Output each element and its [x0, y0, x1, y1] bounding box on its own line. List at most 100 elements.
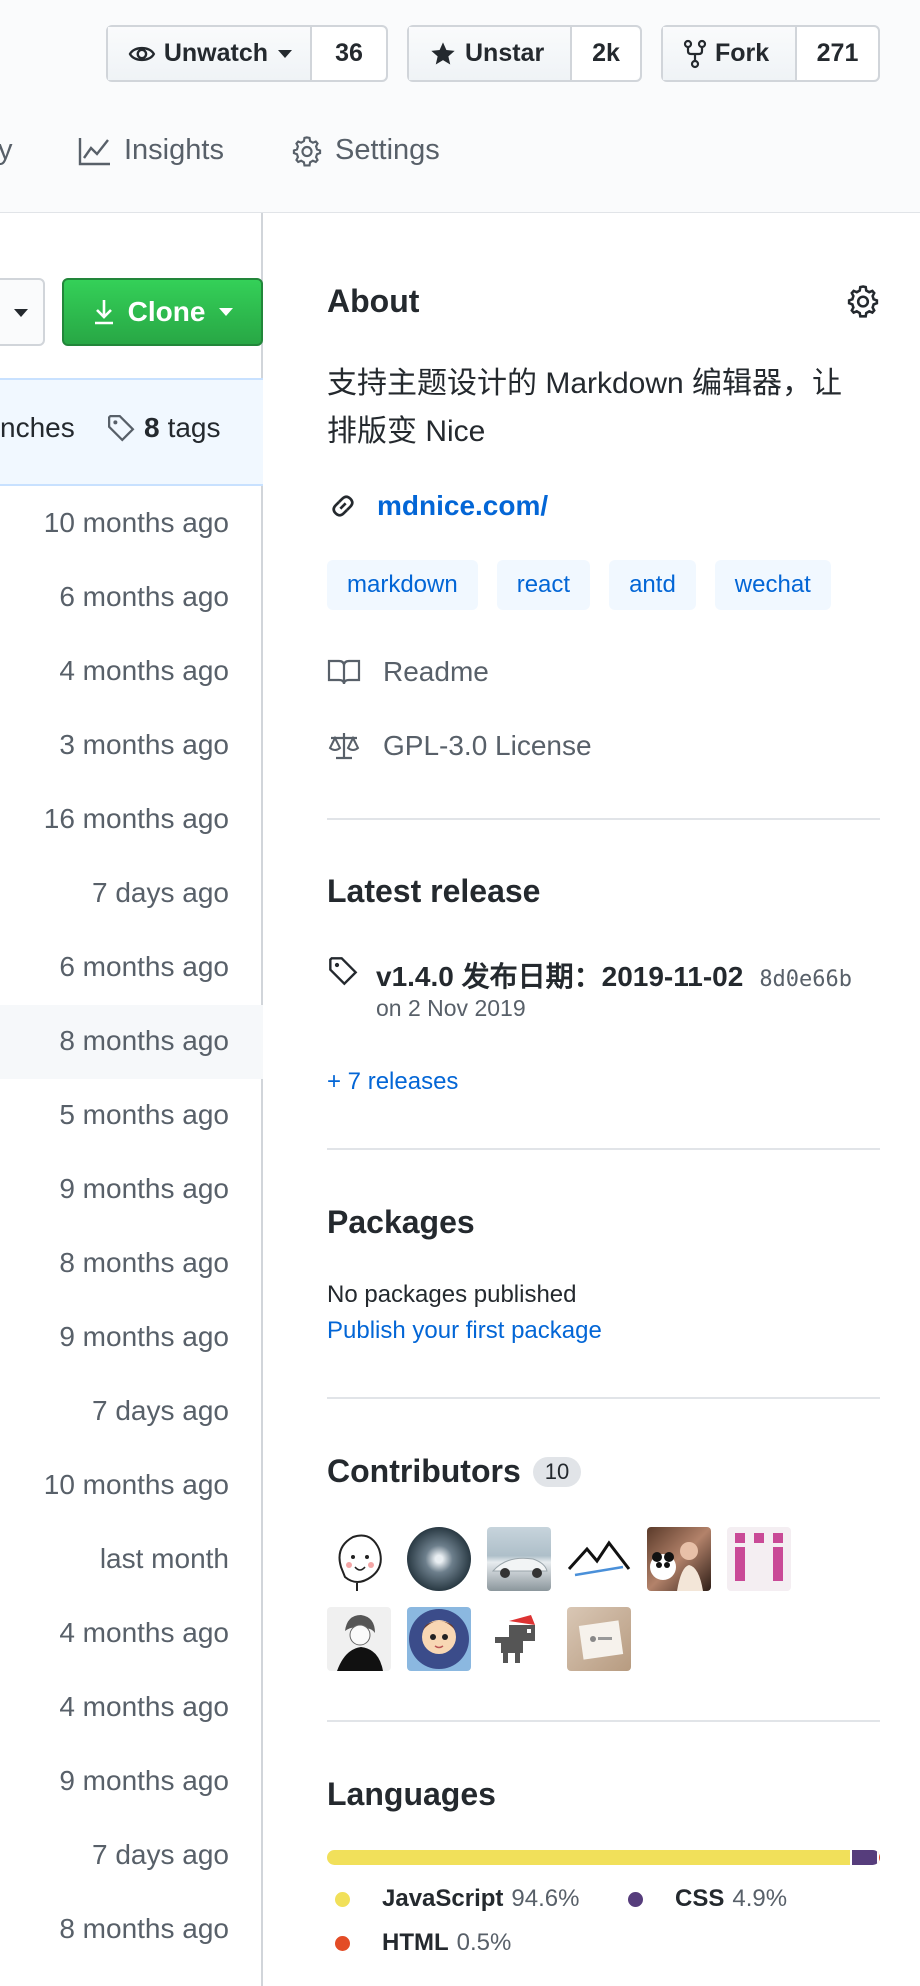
file-row[interactable]: 10 months ago — [0, 487, 263, 561]
publish-package-link[interactable]: Publish your first package — [327, 1317, 880, 1345]
fork-button-group: Fork 271 — [661, 25, 880, 82]
avatar[interactable] — [567, 1607, 631, 1671]
commit-age: 7 days ago — [92, 877, 229, 908]
tab-settings[interactable]: Settings — [291, 134, 440, 167]
tab-insights[interactable]: Insights — [78, 134, 224, 167]
language-name: HTML — [382, 1929, 449, 1956]
chevron-down-icon — [219, 308, 234, 316]
commit-age: 4 months ago — [59, 1691, 229, 1722]
book-icon — [327, 659, 361, 685]
fork-count[interactable]: 271 — [797, 27, 878, 80]
link-icon — [332, 495, 354, 517]
language-bar-segment — [850, 1850, 878, 1865]
file-list-panel: Clone nches 8 tags 10 months ago 6 months… — [0, 213, 263, 1986]
commit-age: 8 months ago — [59, 1913, 229, 1944]
avatar[interactable] — [327, 1607, 391, 1671]
watch-count[interactable]: 36 — [312, 27, 386, 80]
avatar[interactable] — [567, 1527, 631, 1591]
section-divider — [327, 1720, 880, 1722]
clone-button[interactable]: Clone — [62, 278, 263, 346]
commit-age: 4 months ago — [59, 655, 229, 686]
commit-age: 6 months ago — [59, 581, 229, 612]
readme-row[interactable]: Readme — [327, 656, 489, 688]
file-row[interactable]: 7 days ago — [0, 1375, 263, 1449]
description-line-2: 排版变 Nice — [327, 415, 486, 448]
avatar[interactable] — [407, 1607, 471, 1671]
latest-release-title: Latest release — [327, 873, 541, 909]
file-row[interactable]: 6 months ago — [0, 561, 263, 635]
readme-label: Readme — [383, 656, 489, 687]
language-item[interactable]: CSS 4.9% — [628, 1885, 787, 1913]
chevron-down-icon — [14, 309, 28, 317]
chevron-down-icon — [278, 49, 292, 58]
unwatch-button[interactable]: Unwatch — [108, 27, 312, 80]
file-row[interactable]: 5 months ago — [0, 1079, 263, 1153]
license-row[interactable]: GPL-3.0 License — [327, 730, 592, 762]
avatar[interactable] — [727, 1527, 791, 1591]
star-button-group: Unstar 2k — [407, 25, 642, 82]
packages-title: Packages — [327, 1204, 475, 1240]
language-bar-segment — [877, 1850, 880, 1865]
commit-age: 5 months ago — [59, 1099, 229, 1130]
avatar[interactable] — [327, 1527, 391, 1591]
file-row[interactable]: last month — [0, 1523, 263, 1597]
commit-age: 4 months ago — [59, 1617, 229, 1648]
language-percent: 0.5% — [456, 1929, 512, 1956]
file-row[interactable]: 16 months ago — [0, 783, 263, 857]
topic-tag[interactable]: wechat — [714, 560, 831, 610]
fork-icon — [683, 39, 707, 68]
branch-dropdown-button[interactable] — [0, 278, 45, 346]
tab-partial[interactable]: y — [0, 134, 13, 167]
language-item[interactable]: JavaScript 94.6% — [335, 1885, 579, 1913]
file-row[interactable]: 9 months ago — [0, 1153, 263, 1227]
website-link[interactable]: mdnice.com/ — [377, 490, 548, 522]
release-commit[interactable]: 8d0e66b — [759, 967, 852, 992]
file-row[interactable]: 3 months ago — [0, 709, 263, 783]
commit-age: 9 months ago — [59, 1321, 229, 1352]
commit-age: 9 months ago — [59, 1173, 229, 1204]
commit-age: 10 months ago — [43, 1469, 229, 1500]
tags-label: tags — [167, 412, 221, 443]
file-row[interactable]: 6 months ago — [0, 931, 263, 1005]
file-row[interactable]: 4 months ago — [0, 1671, 263, 1745]
star-count[interactable]: 2k — [572, 27, 640, 80]
language-name: CSS — [675, 1885, 725, 1912]
contributors-title[interactable]: Contributors — [327, 1453, 521, 1490]
contributors-count: 10 — [532, 1456, 582, 1487]
tab-settings-label: Settings — [335, 134, 440, 166]
more-releases-link[interactable]: + 7 releases — [327, 1068, 458, 1096]
avatar[interactable] — [487, 1527, 551, 1591]
file-row[interactable]: 4 months ago — [0, 635, 263, 709]
branches-link[interactable]: nches — [0, 412, 75, 444]
commit-age: 10 months ago — [43, 507, 229, 538]
website-row: mdnice.com/ — [327, 490, 548, 522]
file-row[interactable]: 8 months ago — [0, 1227, 263, 1301]
file-row[interactable]: 4 months ago — [0, 1597, 263, 1671]
tag-icon — [108, 415, 135, 442]
branches-tags-bar: nches 8 tags — [0, 378, 263, 486]
topic-tag[interactable]: react — [496, 560, 591, 610]
gear-icon[interactable] — [846, 284, 880, 318]
file-row[interactable]: 7 days ago — [0, 857, 263, 931]
avatar[interactable] — [647, 1527, 711, 1591]
file-row[interactable]: 9 months ago — [0, 1301, 263, 1375]
avatar[interactable] — [407, 1527, 471, 1591]
language-item[interactable]: HTML 0.5% — [335, 1929, 511, 1957]
section-divider — [327, 1148, 880, 1150]
fork-label: Fork — [715, 39, 770, 67]
file-row[interactable]: 7 days ago — [0, 1819, 263, 1893]
tab-insights-label: Insights — [124, 134, 224, 166]
file-row[interactable]: 8 months ago — [0, 1893, 263, 1967]
commit-age: 6 months ago — [59, 951, 229, 982]
topic-tag[interactable]: markdown — [327, 560, 478, 610]
unstar-button[interactable]: Unstar — [409, 27, 572, 80]
about-title: About — [327, 283, 420, 319]
avatar[interactable] — [487, 1607, 551, 1671]
topic-tag[interactable]: antd — [609, 560, 696, 610]
file-row[interactable]: 8 months ago — [0, 1005, 263, 1079]
tags-link[interactable]: 8 tags — [106, 412, 221, 444]
file-row[interactable]: 9 months ago — [0, 1745, 263, 1819]
release-name[interactable]: v1.4.0 发布日期：2019-11-02 — [376, 955, 743, 995]
fork-button[interactable]: Fork — [663, 27, 797, 80]
file-row[interactable]: 10 months ago — [0, 1449, 263, 1523]
